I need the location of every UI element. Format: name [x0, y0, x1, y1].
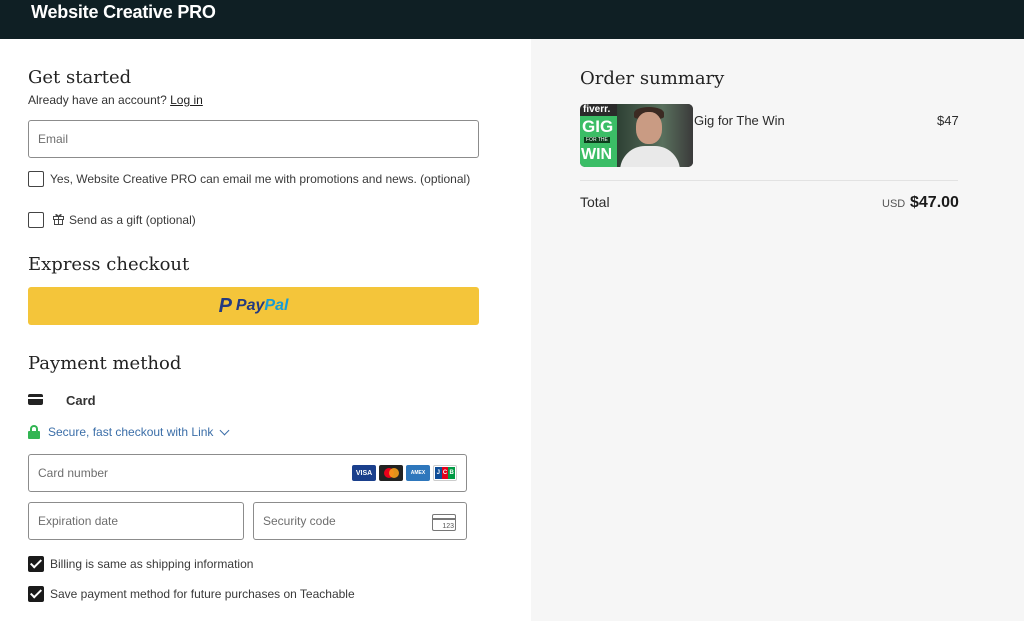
mastercard-icon: [379, 465, 403, 481]
summary-divider: [580, 180, 958, 181]
lock-icon: [28, 425, 40, 439]
amex-icon: AMEX: [406, 465, 430, 481]
paypal-icon: P: [218, 294, 232, 317]
gift-checkbox[interactable]: [28, 212, 44, 228]
express-checkout-heading: Express checkout: [28, 254, 190, 275]
brand-name: Website Creative PRO: [31, 2, 216, 22]
total-label: Total: [580, 194, 610, 210]
account-prompt-text: Already have an account?: [28, 93, 167, 107]
paypal-wordmark-pay: Pay: [235, 297, 265, 314]
gift-label: Send as a gift (optional): [69, 213, 196, 227]
promo-optin-label: Yes, Website Creative PRO can email me w…: [50, 172, 471, 186]
card-number-field[interactable]: VISA AMEX JCB: [28, 454, 467, 492]
product-name: Gig for The Win: [694, 113, 785, 128]
thumbnail-brand: fiverr.: [583, 104, 611, 115]
link-checkout-text: Secure, fast checkout with Link: [48, 425, 214, 439]
thumbnail-line1: GIG: [582, 117, 614, 136]
cvc-hint: 123: [442, 523, 454, 530]
account-prompt: Already have an account? Log in: [28, 93, 203, 107]
total-currency: USD: [882, 198, 906, 210]
product-thumbnail: fiverr. GIG FOR THE WIN: [580, 104, 693, 167]
card-brands: VISA AMEX JCB: [352, 465, 457, 481]
thumbnail-line2: FOR THE: [584, 137, 610, 143]
jcb-letter-b: B: [448, 467, 456, 479]
payment-method-heading: Payment method: [28, 353, 182, 374]
visa-icon: VISA: [352, 465, 376, 481]
email-input[interactable]: [29, 121, 478, 157]
get-started-heading: Get started: [28, 67, 132, 88]
chevron-down-icon: [219, 425, 230, 435]
cvc-card-icon: 123: [432, 514, 456, 531]
paypal-wordmark: PayPal: [236, 297, 288, 315]
paypal-wordmark-pal: Pal: [264, 297, 289, 314]
expiration-date-field[interactable]: [28, 502, 244, 540]
jcb-letter-j: J: [435, 467, 442, 479]
credit-card-icon: [28, 394, 43, 405]
login-link[interactable]: Log in: [170, 93, 203, 107]
top-bar: Website Creative PRO: [0, 0, 1024, 39]
total-value: $47.00: [910, 194, 959, 211]
billing-same-label: Billing is same as shipping information: [50, 557, 254, 571]
save-payment-label: Save payment method for future purchases…: [50, 587, 355, 601]
save-payment-checkbox[interactable]: [28, 586, 44, 602]
card-option-label[interactable]: Card: [66, 393, 96, 408]
jcb-letter-c: C: [441, 467, 449, 479]
email-field[interactable]: [28, 120, 479, 158]
promo-optin-checkbox[interactable]: [28, 171, 44, 187]
gift-icon: [53, 214, 64, 225]
thumbnail-line3: WIN: [581, 146, 613, 163]
order-summary-heading: Order summary: [580, 68, 725, 89]
billing-same-checkbox[interactable]: [28, 556, 44, 572]
link-checkout-toggle[interactable]: Secure, fast checkout with Link: [28, 425, 230, 439]
jcb-icon: JCB: [433, 465, 457, 481]
expiration-date-input[interactable]: [29, 503, 243, 539]
security-code-field[interactable]: 123: [253, 502, 467, 540]
product-price: $47: [937, 113, 959, 128]
paypal-button[interactable]: P PayPal: [28, 287, 479, 325]
